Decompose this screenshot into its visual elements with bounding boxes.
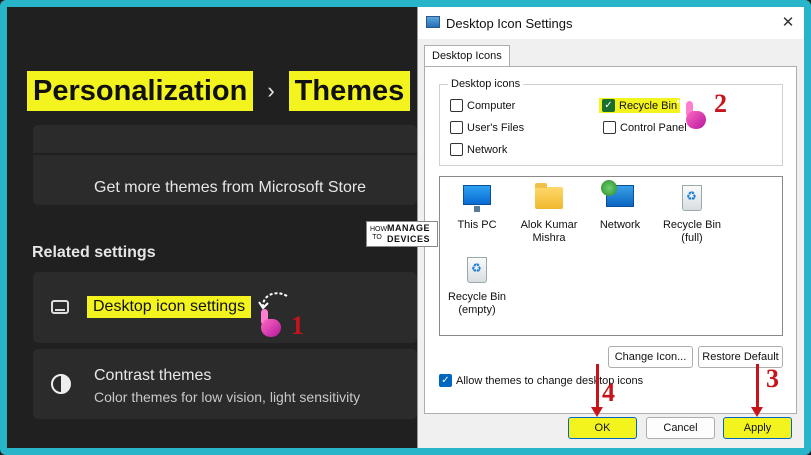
checkmark-icon[interactable]: ✓ bbox=[439, 374, 452, 387]
checkbox-box[interactable] bbox=[450, 99, 463, 112]
network-icon bbox=[601, 180, 634, 207]
pointing-hand-icon bbox=[682, 101, 708, 131]
get-more-themes-card[interactable]: Get more themes from Microsoft Store bbox=[33, 125, 417, 205]
contrast-themes-title: Contrast themes bbox=[94, 367, 212, 384]
checkbox-box[interactable] bbox=[450, 121, 463, 134]
recycle-bin-empty-icon bbox=[467, 257, 487, 283]
checkmark-icon[interactable]: ✓ bbox=[602, 99, 615, 112]
related-settings-heading: Related settings bbox=[32, 244, 156, 261]
icon-recycle-bin-empty[interactable]: Recycle Bin (empty) bbox=[442, 255, 512, 317]
card-divider bbox=[33, 153, 417, 155]
step-3-number: 3 bbox=[766, 364, 779, 393]
breadcrumb: Personalization › Themes bbox=[27, 71, 411, 111]
desktop-icons-panel: Desktop icons Computer ✓ Recycle Bin Use… bbox=[424, 66, 797, 414]
contrast-themes-subtitle: Color themes for low vision, light sensi… bbox=[94, 389, 361, 405]
user-folder-icon bbox=[535, 183, 563, 209]
recycle-bin-checkbox[interactable]: ✓ Recycle Bin bbox=[599, 98, 681, 113]
checkbox-box[interactable] bbox=[603, 121, 616, 134]
dialog-title: Desktop Icon Settings bbox=[446, 16, 573, 31]
recycle-bin-full-icon bbox=[682, 185, 702, 211]
get-more-themes-link[interactable]: Get more themes from Microsoft Store bbox=[94, 179, 366, 197]
close-button[interactable]: ✕ bbox=[776, 11, 800, 35]
desktop-icon-settings-card[interactable]: Desktop icon settings bbox=[33, 272, 417, 343]
tab-desktop-icons[interactable]: Desktop Icons bbox=[424, 45, 510, 67]
icon-recycle-bin-full[interactable]: Recycle Bin (full) bbox=[657, 183, 727, 245]
apply-button[interactable]: Apply bbox=[723, 417, 792, 439]
desktop-settings-app-icon bbox=[426, 16, 440, 28]
desktop-icon-list[interactable]: This PC Alok Kumar Mishra Network Recycl… bbox=[439, 176, 783, 336]
this-pc-icon bbox=[463, 185, 491, 212]
computer-checkbox[interactable]: Computer bbox=[450, 99, 515, 112]
icon-this-pc[interactable]: This PC bbox=[442, 183, 512, 232]
desktop-icons-group: Desktop icons Computer ✓ Recycle Bin Use… bbox=[439, 78, 783, 166]
icon-network[interactable]: Network bbox=[585, 180, 655, 232]
icon-user-folder[interactable]: Alok Kumar Mishra bbox=[514, 183, 584, 245]
contrast-themes-card[interactable]: Contrast themes Color themes for low vis… bbox=[33, 349, 417, 419]
users-files-checkbox[interactable]: User's Files bbox=[450, 121, 524, 134]
pointing-hand-icon bbox=[257, 309, 283, 339]
chevron-right-icon: › bbox=[267, 78, 275, 103]
step-4-number: 4 bbox=[602, 378, 615, 407]
arrow-down-icon bbox=[751, 364, 763, 417]
control-panel-checkbox[interactable]: Control Panel bbox=[603, 121, 687, 134]
arrow-down-icon bbox=[591, 364, 603, 417]
change-icon-button[interactable]: Change Icon... bbox=[608, 346, 693, 368]
monitor-icon bbox=[51, 300, 69, 314]
ok-button[interactable]: OK bbox=[568, 417, 637, 439]
step-1-number: 1 bbox=[291, 311, 304, 340]
settings-pane: Personalization › Themes Get more themes… bbox=[7, 7, 417, 448]
checkbox-box[interactable] bbox=[450, 143, 463, 156]
breadcrumb-themes: Themes bbox=[288, 71, 411, 111]
dialog-titlebar[interactable]: Desktop Icon Settings ✕ bbox=[418, 7, 804, 39]
step-2-number: 2 bbox=[714, 89, 727, 118]
network-checkbox[interactable]: Network bbox=[450, 143, 507, 156]
desktop-icon-settings-label[interactable]: Desktop icon settings bbox=[87, 296, 252, 318]
desktop-icon-settings-dialog: Desktop Icon Settings ✕ Desktop Icons De… bbox=[417, 7, 804, 448]
how-to-manage-devices-logo: HOW TO MANAGE DEVICES bbox=[366, 221, 438, 247]
cancel-button[interactable]: Cancel bbox=[646, 417, 715, 439]
breadcrumb-personalization[interactable]: Personalization bbox=[27, 71, 254, 111]
desktop-icons-group-title: Desktop icons bbox=[448, 78, 524, 90]
contrast-icon bbox=[51, 374, 71, 394]
